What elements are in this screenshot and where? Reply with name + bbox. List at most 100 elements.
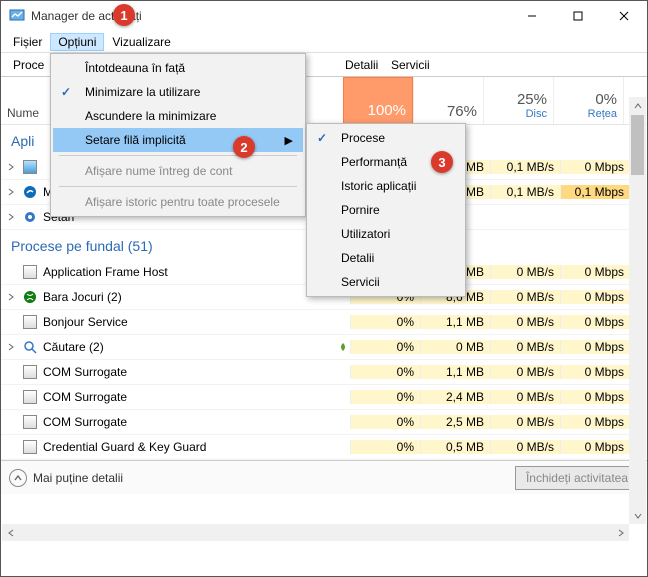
- menu-separator: [59, 155, 297, 156]
- column-memory[interactable]: 76%: [413, 77, 483, 124]
- process-name: COM Surrogate: [39, 365, 336, 379]
- cell-disc: 0 MB/s: [490, 390, 560, 404]
- process-name: COM Surrogate: [39, 415, 336, 429]
- footer: Mai puține detalii Închideți activitatea: [1, 460, 647, 494]
- menu-item-always-on-top[interactable]: Întotdeauna în față: [53, 56, 303, 80]
- annotation-badge-3: 3: [431, 151, 453, 173]
- task-manager-window: Manager de activități Fișier Opțiuni Viz…: [0, 0, 648, 577]
- tab-services[interactable]: Servicii: [381, 54, 440, 76]
- cell-disc: 0 MB/s: [490, 315, 560, 329]
- table-row[interactable]: Căutare (2)0%0 MB0 MB/s0 Mbps: [1, 335, 630, 360]
- menu-file[interactable]: Fișier: [5, 33, 50, 51]
- annotation-badge-2: 2: [233, 136, 255, 158]
- chevron-right-icon: ▶: [285, 134, 293, 147]
- cell-net: 0 Mbps: [560, 415, 630, 429]
- chevron-up-icon[interactable]: [9, 469, 27, 487]
- menu-item-default-tab[interactable]: Setare filă implicită▶: [53, 128, 303, 152]
- scroll-down-icon[interactable]: [629, 507, 646, 524]
- process-name: Application Frame Host: [39, 265, 336, 279]
- scroll-up-icon[interactable]: [629, 97, 646, 114]
- app-icon: [9, 8, 25, 24]
- cell-net: 0,1 Mbps: [560, 185, 630, 199]
- scroll-thumb[interactable]: [631, 115, 644, 175]
- table-row[interactable]: Credential Guard & Key Guard0%0,5 MB0 MB…: [1, 435, 630, 460]
- submenu-details[interactable]: Detalii: [309, 246, 463, 270]
- table-row[interactable]: COM Surrogate 0%2,4 MB0 MB/s0 Mbps: [1, 385, 630, 410]
- menu-separator: [59, 186, 297, 187]
- app-icon: [21, 160, 39, 174]
- cell-net: 0 Mbps: [560, 365, 630, 379]
- cell-mem: 2,4 MB: [420, 390, 490, 404]
- process-name: Căutare (2): [39, 340, 336, 354]
- cell-disc: 0 MB/s: [490, 265, 560, 279]
- close-button[interactable]: [601, 1, 647, 31]
- process-name: Bonjour Service: [39, 315, 336, 329]
- default-tab-submenu: ✓Procese Performanță Istoric aplicații P…: [306, 123, 466, 297]
- cell-mem: 1,1 MB: [420, 365, 490, 379]
- horizontal-scrollbar[interactable]: [2, 524, 629, 541]
- cell-disc: 0,1 MB/s: [490, 185, 560, 199]
- table-row[interactable]: Bonjour Service 0%1,1 MB0 MB/s0 Mbps: [1, 310, 630, 335]
- process-name: COM Surrogate: [39, 390, 336, 404]
- gear-icon: [21, 210, 39, 224]
- tab-processes[interactable]: Proce: [3, 54, 54, 76]
- expand-icon[interactable]: [1, 343, 21, 351]
- cell-net: 0 Mbps: [560, 340, 630, 354]
- cell-mem: 0,5 MB: [420, 440, 490, 454]
- cell-mem: 0 MB: [420, 340, 490, 354]
- process-icon: [21, 340, 39, 354]
- menu-item-hide-minimize[interactable]: Ascundere la minimizare: [53, 104, 303, 128]
- process-icon: [21, 415, 39, 429]
- menu-options[interactable]: Opțiuni: [50, 33, 104, 51]
- column-cpu[interactable]: 100%: [343, 77, 413, 124]
- submenu-startup[interactable]: Pornire: [309, 198, 463, 222]
- menu-view[interactable]: Vizualizare: [104, 33, 178, 51]
- fewer-details-link[interactable]: Mai puține detalii: [33, 471, 123, 485]
- column-disk[interactable]: 25% Disc: [483, 77, 553, 124]
- menu-item-minimize-use[interactable]: ✓Minimizare la utilizare: [53, 80, 303, 104]
- submenu-processes[interactable]: ✓Procese: [309, 126, 463, 150]
- cell-net: 0 Mbps: [560, 390, 630, 404]
- process-icon: [21, 390, 39, 404]
- menubar: Fișier Opțiuni Vizualizare: [1, 31, 647, 53]
- process-icon: [21, 440, 39, 454]
- cell-disc: 0 MB/s: [490, 365, 560, 379]
- cell-mem: 1,1 MB: [420, 315, 490, 329]
- expand-icon[interactable]: [1, 213, 21, 221]
- cell-cpu: 0%: [350, 415, 420, 429]
- cell-net: 0 Mbps: [560, 160, 630, 174]
- check-icon: ✓: [317, 131, 327, 145]
- cell-net: 0 Mbps: [560, 315, 630, 329]
- cell-disc: 0 MB/s: [490, 440, 560, 454]
- cell-cpu: 0%: [350, 390, 420, 404]
- scroll-right-icon[interactable]: [612, 524, 629, 541]
- expand-icon[interactable]: [1, 188, 21, 196]
- cell-net: 0 Mbps: [560, 290, 630, 304]
- end-task-button[interactable]: Închideți activitatea: [515, 466, 639, 490]
- menu-item-history-all[interactable]: Afișare istoric pentru toate procesele: [53, 190, 303, 214]
- submenu-app-history[interactable]: Istoric aplicații: [309, 174, 463, 198]
- leaf-icon: [336, 342, 350, 352]
- table-row[interactable]: COM Surrogate0%1,1 MB0 MB/s0 Mbps: [1, 360, 630, 385]
- cell-disc: 0 MB/s: [490, 290, 560, 304]
- maximize-button[interactable]: [555, 1, 601, 31]
- menu-item-full-name[interactable]: Afișare nume întreg de cont: [53, 159, 303, 183]
- expand-icon[interactable]: [1, 163, 21, 171]
- check-icon: ✓: [61, 85, 71, 99]
- cell-cpu: 0%: [350, 315, 420, 329]
- cell-net: 0 Mbps: [560, 265, 630, 279]
- process-icon: [21, 290, 39, 304]
- submenu-users[interactable]: Utilizatori: [309, 222, 463, 246]
- submenu-services[interactable]: Servicii: [309, 270, 463, 294]
- minimize-button[interactable]: [509, 1, 555, 31]
- scroll-left-icon[interactable]: [2, 524, 19, 541]
- window-controls: [509, 1, 647, 31]
- table-row[interactable]: COM Surrogate0%2,5 MB0 MB/s0 Mbps: [1, 410, 630, 435]
- process-icon: [21, 265, 39, 279]
- cell-cpu: 0%: [350, 340, 420, 354]
- column-network[interactable]: 0% Rețea: [553, 77, 623, 124]
- vertical-scrollbar[interactable]: [629, 97, 646, 524]
- options-menu: Întotdeauna în față ✓Minimizare la utili…: [50, 53, 306, 217]
- expand-icon[interactable]: [1, 293, 21, 301]
- process-icon: [21, 365, 39, 379]
